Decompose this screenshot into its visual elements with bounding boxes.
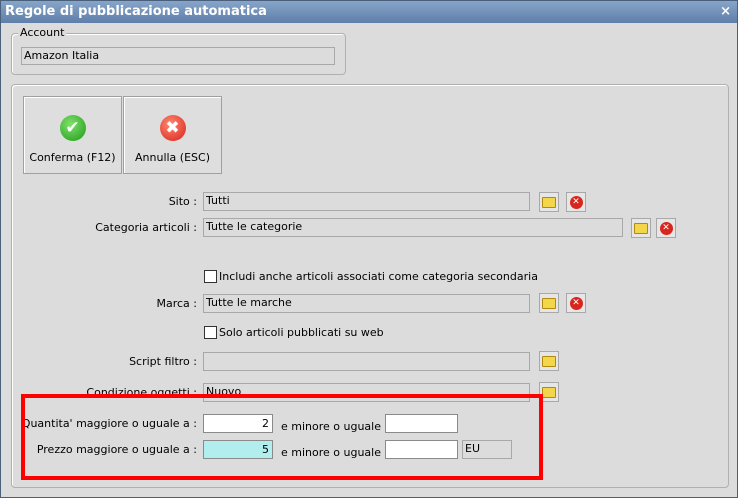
secondaria-checkbox[interactable] — [204, 270, 217, 283]
account-legend: Account — [18, 26, 67, 39]
marca-label: Marca : — [156, 297, 197, 310]
clear-icon: ✕ — [569, 296, 583, 310]
script-label: Script filtro : — [129, 355, 197, 368]
folder-icon — [542, 196, 556, 208]
marca-clear-button[interactable]: ✕ — [566, 293, 586, 313]
annotation-highlight-box — [21, 394, 543, 480]
folder-icon — [542, 386, 556, 398]
marca-browse-button[interactable] — [539, 293, 559, 313]
account-field: Amazon Italia — [21, 47, 335, 65]
categoria-field: Tutte le categorie — [203, 218, 623, 237]
web-checkbox[interactable] — [204, 326, 217, 339]
clear-icon: ✕ — [659, 221, 673, 235]
sito-clear-button[interactable]: ✕ — [566, 192, 586, 212]
cancel-label: Annulla (ESC) — [135, 151, 210, 164]
folder-icon — [542, 355, 556, 367]
confirm-label: Conferma (F12) — [29, 151, 116, 164]
cancel-button[interactable]: ✖ Annulla (ESC) — [123, 96, 222, 174]
script-field — [203, 352, 530, 371]
clear-icon: ✕ — [569, 195, 583, 209]
secondaria-label: Includi anche articoli associati come ca… — [219, 270, 538, 283]
web-label: Solo articoli pubblicati su web — [219, 326, 384, 339]
sito-label: Sito : — [168, 195, 197, 208]
account-group: Account Amazon Italia — [11, 26, 346, 75]
folder-icon — [634, 222, 648, 234]
sito-browse-button[interactable] — [539, 192, 559, 212]
categoria-browse-button[interactable] — [631, 218, 651, 238]
check-icon: ✔ — [59, 115, 86, 141]
sito-field: Tutti — [203, 192, 530, 211]
folder-icon — [542, 297, 556, 309]
script-browse-button[interactable] — [539, 351, 559, 371]
cancel-icon: ✖ — [159, 115, 186, 141]
categoria-label: Categoria articoli : — [95, 221, 197, 234]
window-title: Regole di pubblicazione automatica — [5, 4, 267, 19]
dialog-window: Regole di pubblicazione automatica × Acco… — [0, 0, 738, 498]
title-bar: Regole di pubblicazione automatica × — [1, 1, 737, 23]
close-button[interactable]: × — [720, 1, 731, 23]
confirm-button[interactable]: ✔ Conferma (F12) — [23, 96, 122, 174]
categoria-clear-button[interactable]: ✕ — [656, 218, 676, 238]
marca-field: Tutte le marche — [203, 294, 530, 313]
